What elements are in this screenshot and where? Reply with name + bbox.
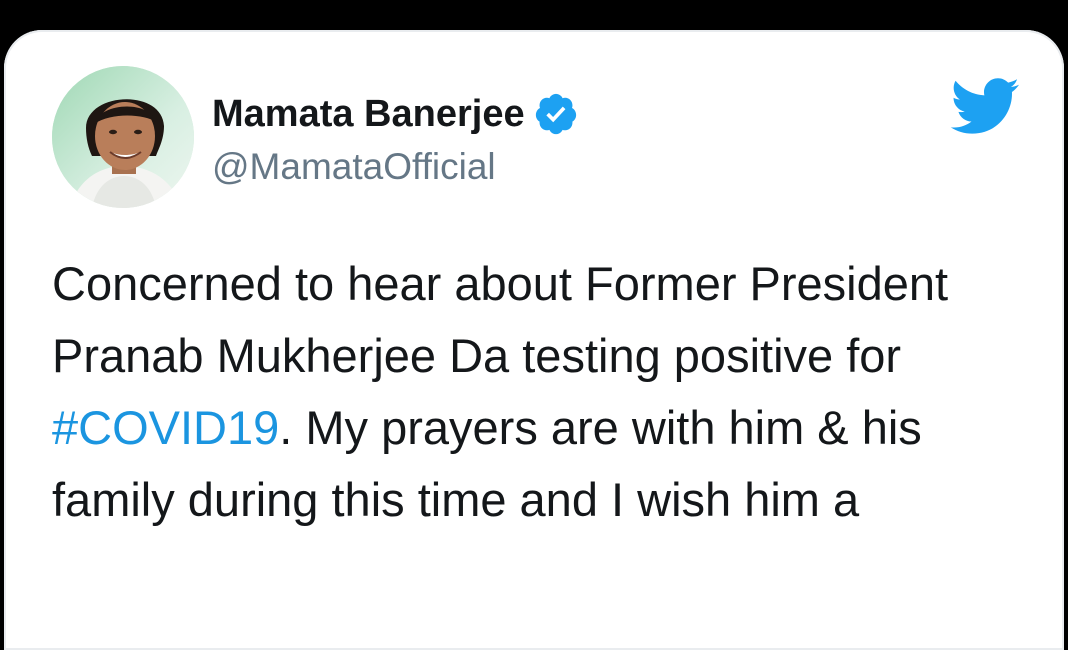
hashtag-link[interactable]: #COVID19 <box>52 401 279 454</box>
twitter-bird-icon[interactable] <box>948 76 1020 136</box>
author-name-row: Mamata Banerjee <box>212 88 579 140</box>
tweet-text: Concerned to hear about Former President… <box>52 248 1012 536</box>
author-handle[interactable]: @MamataOfficial <box>212 146 496 188</box>
tweet-text-before: Concerned to hear about Former President… <box>52 257 949 382</box>
author-display-name[interactable]: Mamata Banerjee <box>212 93 525 136</box>
tweet-card: Mamata Banerjee @MamataOfficial Concerne… <box>4 30 1064 650</box>
avatar[interactable] <box>52 66 194 208</box>
verified-badge-icon <box>533 91 579 137</box>
